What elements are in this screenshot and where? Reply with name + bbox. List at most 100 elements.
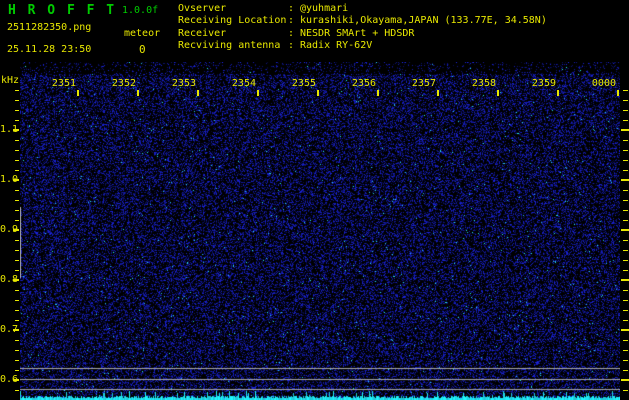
y-tick-mark <box>623 250 628 251</box>
y-tick-label: 0.7 <box>0 324 12 335</box>
y-tick-mark <box>15 200 19 201</box>
y-tick-label: 0.9 <box>0 224 12 235</box>
y-tick-mark <box>623 160 628 161</box>
y-tick-mark <box>13 229 19 231</box>
output-filename: 2511282350.png <box>7 22 91 33</box>
y-tick-mark <box>623 150 628 151</box>
info-row: Ovserver: @yuhmari <box>178 3 547 15</box>
y-tick-mark <box>15 300 19 301</box>
y-tick-mark <box>15 110 19 111</box>
y-tick-mark <box>623 200 628 201</box>
y-tick-mark <box>623 310 628 311</box>
y-tick-mark <box>15 220 19 221</box>
x-tick-mark <box>497 90 499 96</box>
x-tick-label: 2358 <box>469 78 496 89</box>
y-tick-mark <box>13 279 19 281</box>
y-tick-mark <box>15 170 19 171</box>
y-tick-mark <box>623 220 628 221</box>
x-tick-label: 2351 <box>49 78 76 89</box>
y-tick-mark <box>621 279 629 281</box>
y-tick-mark <box>623 240 628 241</box>
y-tick-mark <box>15 390 19 391</box>
info-row: Receiver: NESDR SMArt + HDSDR <box>178 28 547 40</box>
y-tick-mark <box>623 170 628 171</box>
x-tick-label: 0000 <box>589 78 616 89</box>
x-tick-label: 2359 <box>529 78 556 89</box>
y-tick-mark <box>623 290 628 291</box>
y-tick-mark <box>623 140 628 141</box>
y-tick-mark <box>15 370 19 371</box>
info-row: Receiving Location: kurashiki,Okayama,JAP… <box>178 15 547 27</box>
info-row-separator: : <box>288 28 300 40</box>
y-tick-mark <box>15 150 19 151</box>
y-tick-mark <box>623 370 628 371</box>
y-tick-mark <box>623 100 628 101</box>
spectrogram-canvas <box>20 62 620 400</box>
info-row-label: Ovserver <box>178 3 288 15</box>
y-tick-mark <box>13 329 19 331</box>
y-tick-mark <box>623 190 628 191</box>
y-tick-mark <box>623 390 628 391</box>
x-tick-mark <box>257 90 259 96</box>
x-tick-label: 2356 <box>349 78 376 89</box>
x-tick-label: 2355 <box>289 78 316 89</box>
info-row: Recviving antenna: Radix RY-62V <box>178 40 547 52</box>
y-tick-label: 1.0 <box>0 174 12 185</box>
frame-datetime: 25.11.28 23:50 <box>7 44 91 55</box>
y-tick-mark <box>621 329 629 331</box>
y-tick-mark <box>623 270 628 271</box>
y-tick-mark <box>13 379 19 381</box>
info-row-label: Receiving Location <box>178 15 288 27</box>
y-tick-mark <box>15 120 19 121</box>
x-tick-mark <box>437 90 439 96</box>
y-tick-mark <box>15 290 19 291</box>
y-tick-mark <box>15 160 19 161</box>
x-tick-mark <box>77 90 79 96</box>
y-tick-mark <box>13 179 19 181</box>
info-row-separator: : <box>288 3 300 15</box>
y-tick-mark <box>15 310 19 311</box>
y-tick-mark <box>15 210 19 211</box>
meteor-counter-value: 0 <box>139 43 146 56</box>
info-row-value: @yuhmari <box>300 3 348 15</box>
y-tick-mark <box>15 190 19 191</box>
x-tick-mark <box>557 90 559 96</box>
x-tick-mark <box>377 90 379 96</box>
y-tick-mark <box>623 350 628 351</box>
app-version: 1.0.0f <box>122 5 158 16</box>
y-tick-label: 0.8 <box>0 274 12 285</box>
meteor-counter-label: meteor <box>124 28 160 39</box>
y-tick-mark <box>621 179 629 181</box>
y-tick-mark <box>623 120 628 121</box>
x-tick-label: 2357 <box>409 78 436 89</box>
y-tick-mark <box>623 300 628 301</box>
x-tick-label: 2353 <box>169 78 196 89</box>
y-tick-mark <box>621 229 629 231</box>
y-tick-label: 1.1 <box>0 124 12 135</box>
y-tick-mark <box>15 100 19 101</box>
y-tick-label: 0.6 <box>0 374 12 385</box>
info-row-label: Receiver <box>178 28 288 40</box>
y-tick-mark <box>15 140 19 141</box>
y-tick-mark <box>15 90 19 91</box>
y-tick-mark <box>15 340 19 341</box>
observer-info-block: Ovserver: @yuhmari Receiving Location: kura… <box>178 3 547 53</box>
y-tick-mark <box>13 129 19 131</box>
hrofft-screen: H R O F F T 1.0.0f 2511282350.png meteor… <box>0 0 629 400</box>
info-row-separator: : <box>288 15 300 27</box>
y-tick-mark <box>623 90 628 91</box>
info-row-value: NESDR SMArt + HDSDR <box>300 28 414 40</box>
x-tick-mark <box>617 90 619 96</box>
x-tick-mark <box>317 90 319 96</box>
info-row-label: Recviving antenna <box>178 40 288 52</box>
y-axis-unit-label: kHz <box>1 75 19 86</box>
app-title: H R O F F T <box>8 3 116 18</box>
x-tick-mark <box>137 90 139 96</box>
y-tick-mark <box>15 260 19 261</box>
y-tick-mark <box>15 240 19 241</box>
y-tick-mark <box>623 320 628 321</box>
y-tick-mark <box>15 270 19 271</box>
x-tick-label: 2354 <box>229 78 256 89</box>
y-tick-mark <box>15 320 19 321</box>
info-row-separator: : <box>288 40 300 52</box>
